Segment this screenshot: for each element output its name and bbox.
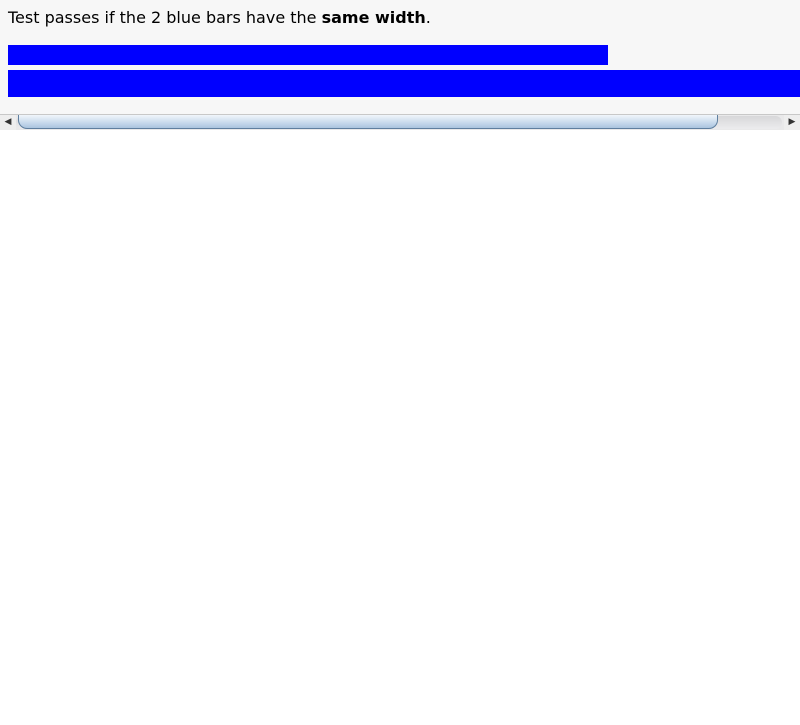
test-instruction: Test passes if the 2 blue bars have the … — [8, 7, 431, 29]
scroll-left-arrow-icon[interactable]: ◀ — [0, 115, 16, 130]
instruction-prefix: Test passes if the 2 blue bars have the — [8, 8, 322, 27]
test-frame: Test passes if the 2 blue bars have the … — [0, 0, 800, 130]
scroll-right-arrow-icon[interactable]: ▶ — [784, 115, 800, 130]
blue-bar-bottom — [8, 70, 800, 97]
scrollbar-thumb[interactable] — [18, 115, 718, 129]
blue-bar-top — [8, 45, 608, 65]
horizontal-scrollbar[interactable]: ◀ ▶ — [0, 114, 800, 130]
instruction-emphasis: same width — [321, 8, 426, 27]
instruction-suffix: . — [425, 8, 431, 27]
